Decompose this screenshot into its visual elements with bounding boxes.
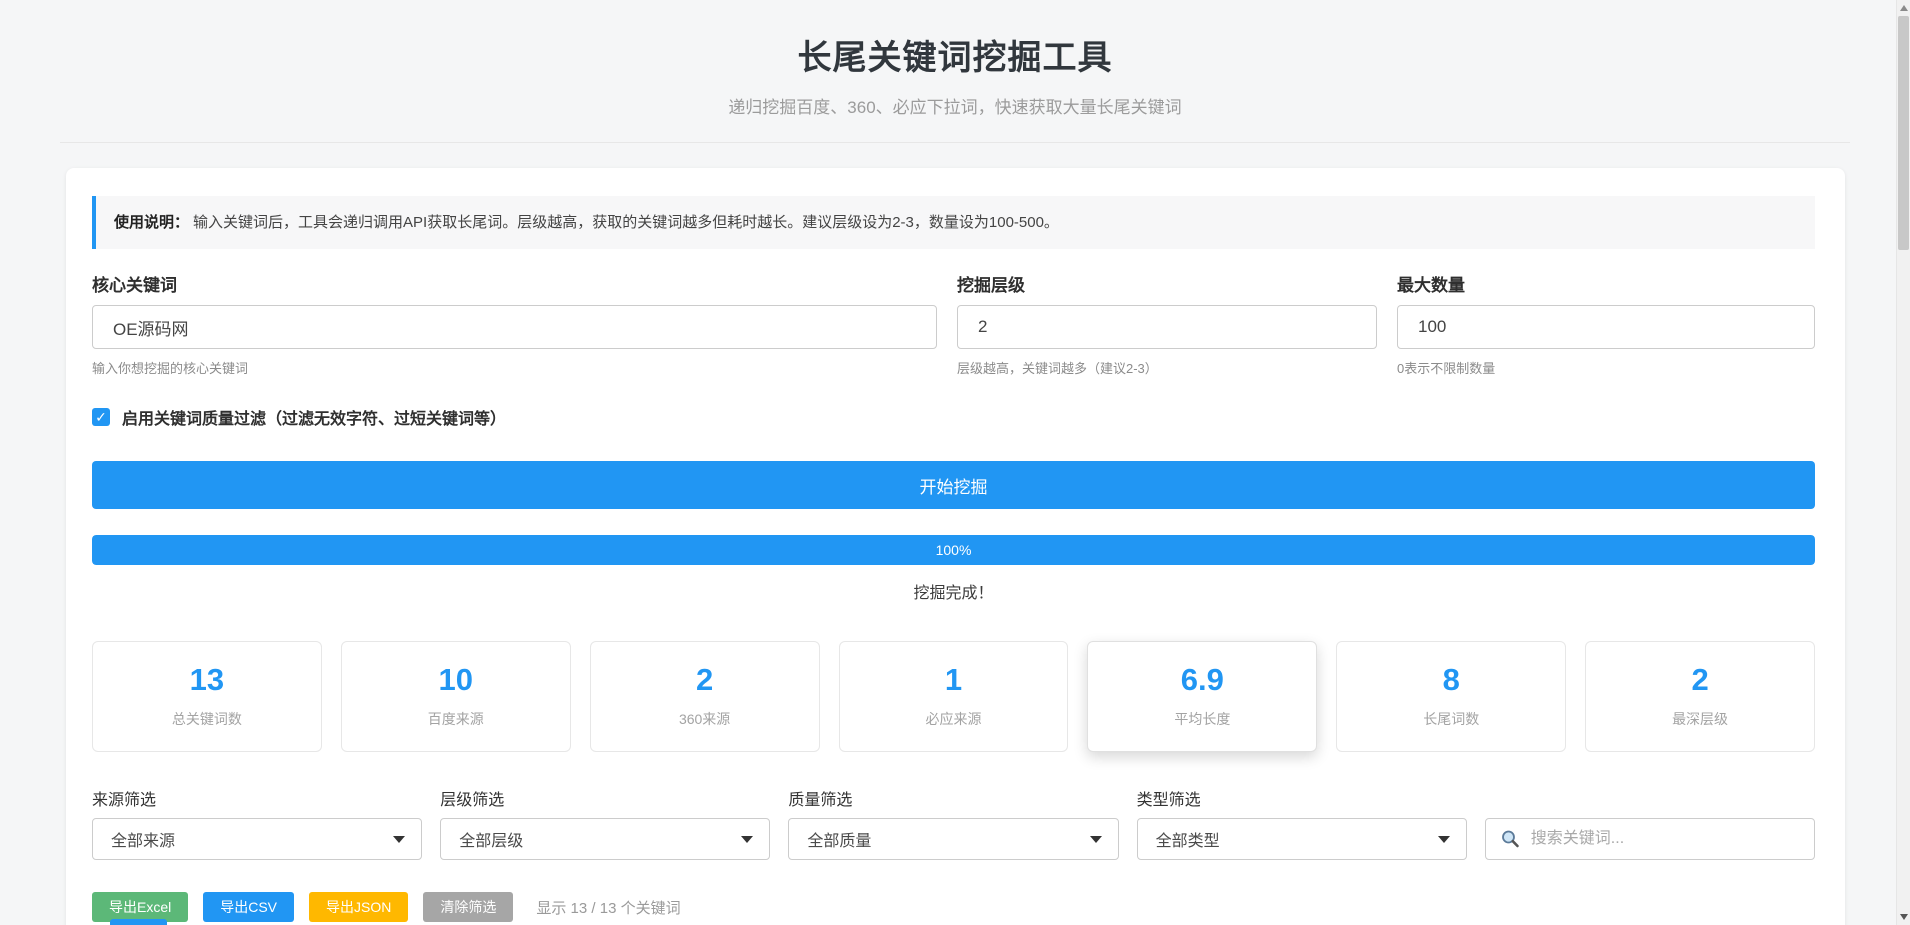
- main-card: 使用说明：输入关键词后，工具会递归调用API获取长尾词。层级越高，获取的关键词越…: [66, 168, 1845, 925]
- result-count-text: 显示 13 / 13 个关键词: [536, 897, 680, 918]
- filter-quality-value: 全部质量: [807, 827, 871, 851]
- stat-value: 13: [190, 664, 224, 695]
- scrollbar-up-arrow-icon[interactable]: [1900, 5, 1908, 11]
- stat-card-longtail: 8 长尾词数: [1336, 641, 1566, 752]
- usage-note-text: 输入关键词后，工具会递归调用API获取长尾词。层级越高，获取的关键词越多但耗时越…: [193, 214, 1059, 231]
- export-json-button[interactable]: 导出JSON: [309, 892, 408, 922]
- depth-help: 层级越高，关键词越多（建议2-3）: [957, 358, 1377, 377]
- stat-card-baidu: 10 百度来源: [341, 641, 571, 752]
- stat-card-max-depth: 2 最深层级: [1585, 641, 1815, 752]
- status-text: 挖掘完成！: [92, 579, 1815, 603]
- scrollbar-down-arrow-icon[interactable]: [1900, 914, 1908, 920]
- filter-type-select[interactable]: 全部类型: [1137, 818, 1467, 860]
- filters-row: 来源筛选 全部来源 层级筛选 全部层级 质量筛选 全部质量: [92, 786, 1815, 860]
- stat-label: 总关键词数: [172, 709, 242, 729]
- stat-value: 10: [439, 664, 473, 695]
- progress-fill: 100%: [92, 535, 1815, 565]
- progress-percent-label: 100%: [936, 542, 972, 558]
- filter-source-value: 全部来源: [111, 827, 175, 851]
- filter-quality: 质量筛选 全部质量: [788, 786, 1118, 860]
- stat-label: 必应来源: [925, 709, 981, 729]
- stats-row: 13 总关键词数 10 百度来源 2 360来源 1 必应来源 6.9 平均长度…: [92, 641, 1815, 752]
- chevron-down-icon: [1090, 836, 1102, 843]
- start-mining-button[interactable]: 开始挖掘: [92, 461, 1815, 509]
- page-title: 长尾关键词挖掘工具: [0, 30, 1910, 79]
- clear-filters-button[interactable]: 清除筛选: [423, 892, 513, 922]
- filter-source: 来源筛选 全部来源: [92, 786, 422, 860]
- keyword-search-input[interactable]: [1529, 829, 1802, 849]
- max-count-label: 最大数量: [1397, 271, 1815, 296]
- quality-filter-checkbox[interactable]: ✓: [92, 408, 110, 426]
- stat-card-total: 13 总关键词数: [92, 641, 322, 752]
- chevron-down-icon: [741, 836, 753, 843]
- max-count-help: 0表示不限制数量: [1397, 358, 1815, 377]
- chevron-down-icon: [1438, 836, 1450, 843]
- depth-input[interactable]: [957, 305, 1377, 349]
- field-depth: 挖掘层级 层级越高，关键词越多（建议2-3）: [957, 271, 1377, 377]
- progress-bar: 100%: [92, 535, 1815, 565]
- filter-level-label: 层级筛选: [440, 786, 770, 810]
- usage-note-label: 使用说明：: [114, 214, 189, 231]
- filter-level-select[interactable]: 全部层级: [440, 818, 770, 860]
- field-max-count: 最大数量 0表示不限制数量: [1397, 271, 1815, 377]
- stat-label: 平均长度: [1174, 709, 1230, 729]
- export-csv-button[interactable]: 导出CSV: [203, 892, 294, 922]
- stat-value: 8: [1443, 664, 1460, 695]
- check-icon: ✓: [95, 409, 107, 425]
- header-divider: [60, 142, 1850, 143]
- stat-label: 长尾词数: [1423, 709, 1479, 729]
- stat-value: 2: [1691, 664, 1708, 695]
- keyword-search-box[interactable]: [1485, 818, 1815, 860]
- filter-level-value: 全部层级: [459, 827, 523, 851]
- search-icon: [1500, 829, 1520, 849]
- stat-card-avg-length: 6.9 平均长度: [1087, 641, 1317, 752]
- page-subtitle: 递归挖掘百度、360、必应下拉词，快速获取大量长尾关键词: [0, 93, 1910, 118]
- page-header: 长尾关键词挖掘工具 递归挖掘百度、360、必应下拉词，快速获取大量长尾关键词: [0, 0, 1910, 118]
- chevron-down-icon: [393, 836, 405, 843]
- quality-filter-label: 启用关键词质量过滤（过滤无效字符、过短关键词等）: [122, 405, 506, 429]
- stat-card-bing: 1 必应来源: [839, 641, 1069, 752]
- quality-filter-row[interactable]: ✓ 启用关键词质量过滤（过滤无效字符、过短关键词等）: [92, 405, 1815, 429]
- filter-type-label: 类型筛选: [1137, 786, 1467, 810]
- scrollbar-thumb[interactable]: [1898, 16, 1909, 250]
- filter-source-label: 来源筛选: [92, 786, 422, 810]
- filter-source-select[interactable]: 全部来源: [92, 818, 422, 860]
- depth-label: 挖掘层级: [957, 271, 1377, 296]
- stat-label: 360来源: [679, 709, 730, 729]
- core-keyword-input[interactable]: [92, 305, 937, 349]
- stat-value: 2: [696, 664, 713, 695]
- partial-blue-element: [110, 919, 167, 925]
- max-count-input[interactable]: [1397, 305, 1815, 349]
- filter-level: 层级筛选 全部层级: [440, 786, 770, 860]
- export-excel-button[interactable]: 导出Excel: [92, 892, 188, 922]
- vertical-scrollbar[interactable]: [1896, 0, 1910, 925]
- filter-quality-label: 质量筛选: [788, 786, 1118, 810]
- stat-label: 最深层级: [1672, 709, 1728, 729]
- stat-value: 6.9: [1181, 664, 1224, 695]
- stat-value: 1: [945, 664, 962, 695]
- export-row: 导出Excel 导出CSV 导出JSON 清除筛选 显示 13 / 13 个关键…: [92, 892, 1815, 922]
- filter-type: 类型筛选 全部类型: [1137, 786, 1467, 860]
- filter-type-value: 全部类型: [1156, 827, 1220, 851]
- filter-quality-select[interactable]: 全部质量: [788, 818, 1118, 860]
- core-keyword-help: 输入你想挖掘的核心关键词: [92, 358, 937, 377]
- usage-note: 使用说明：输入关键词后，工具会递归调用API获取长尾词。层级越高，获取的关键词越…: [92, 196, 1815, 249]
- stat-label: 百度来源: [428, 709, 484, 729]
- page: 长尾关键词挖掘工具 递归挖掘百度、360、必应下拉词，快速获取大量长尾关键词 使…: [0, 0, 1910, 925]
- stat-card-360: 2 360来源: [590, 641, 820, 752]
- core-keyword-label: 核心关键词: [92, 271, 937, 296]
- field-core-keyword: 核心关键词 输入你想挖掘的核心关键词: [92, 271, 937, 377]
- form-row: 核心关键词 输入你想挖掘的核心关键词 挖掘层级 层级越高，关键词越多（建议2-3…: [92, 271, 1815, 377]
